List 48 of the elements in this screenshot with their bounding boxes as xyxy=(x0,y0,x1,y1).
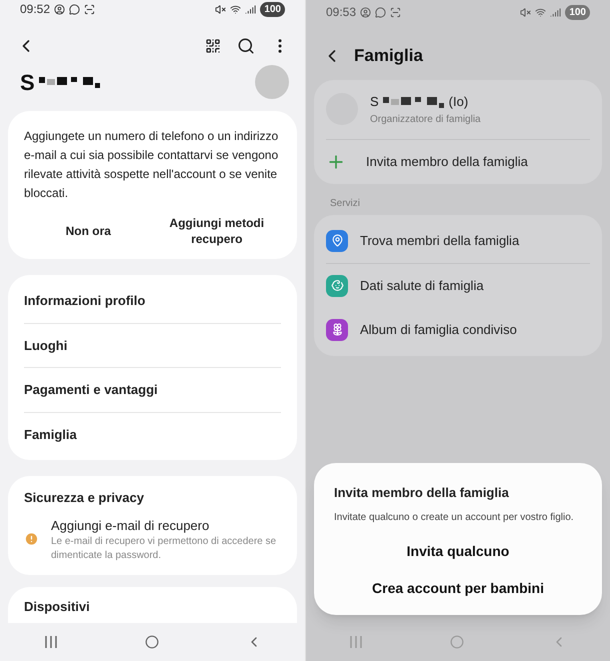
menu-item[interactable]: Informazioni profilo xyxy=(24,279,281,322)
qr-code-icon[interactable] xyxy=(205,38,221,54)
scan-icon xyxy=(84,4,96,14)
member-self-label: (Io) xyxy=(448,93,468,111)
recovery-email-title[interactable]: Aggiungi e-mail di recupero xyxy=(50,516,281,535)
redacted-name-drawing xyxy=(382,94,445,109)
wifi-icon xyxy=(535,6,546,18)
recent-apps-icon[interactable] xyxy=(44,636,58,648)
recovery-message: Aggiungete un numero di telefono o un indirizzo e-mail a cui sia possibile contattarvi se vengono rilevate attività sospette nell'account o se venite bloccati. xyxy=(24,128,280,202)
dialog-option-button[interactable]: Invita qualcuno xyxy=(406,541,510,562)
search-icon[interactable] xyxy=(237,36,255,54)
battery-level: 100 xyxy=(565,4,590,20)
menu-item[interactable]: Famiglia xyxy=(24,412,281,456)
service-item[interactable]: Dati salute di famiglia xyxy=(360,276,484,296)
battery-level: 100 xyxy=(260,2,285,16)
invite-member-item[interactable]: Invita membro della famiglia xyxy=(366,152,528,172)
section-title: Dispositivi xyxy=(24,599,90,614)
menu-item[interactable]: Pagamenti e vantaggi xyxy=(24,368,281,412)
chat-icon xyxy=(375,6,386,18)
service-item[interactable]: Album di famiglia condiviso xyxy=(360,320,517,340)
mute-icon xyxy=(215,4,226,14)
status-time: 09:53 xyxy=(326,4,356,21)
signal-icon xyxy=(550,6,562,18)
dialog-message: Invitate qualcuno o create un account per vostro figlio. xyxy=(334,511,575,525)
profile-name: S xyxy=(20,68,35,96)
page-title: Famiglia xyxy=(354,45,423,68)
member-name: S xyxy=(370,93,379,111)
chat-icon xyxy=(69,4,80,14)
account-icon xyxy=(360,6,372,18)
redacted-name-drawing xyxy=(38,75,101,89)
section-label: Servizi xyxy=(329,196,362,210)
service-item[interactable]: Trova membri della famiglia xyxy=(360,230,520,250)
member-role: Organizzatore di famiglia xyxy=(370,112,481,126)
dialog-option-button[interactable]: Crea account per bambini xyxy=(372,578,544,599)
signal-icon xyxy=(245,4,256,14)
recovery-email-description: Le e-mail di recupero vi permettono di accedere se dimenticate la password. xyxy=(50,535,278,563)
avatar xyxy=(255,65,289,99)
scan-icon xyxy=(390,6,402,18)
menu-item[interactable]: Luoghi xyxy=(24,324,281,367)
status-time: 09:52 xyxy=(20,1,50,18)
recovery-action-button[interactable]: Aggiungi metodi recupero xyxy=(152,211,281,251)
mute-icon xyxy=(520,6,532,18)
security-title: Sicurezza e privacy xyxy=(24,489,145,507)
dialog-title: Invita membro della famiglia xyxy=(334,484,510,502)
wifi-icon xyxy=(230,4,242,14)
home-icon[interactable] xyxy=(144,635,158,649)
account-icon xyxy=(54,4,66,14)
recovery-action-button[interactable]: Non ora xyxy=(24,211,152,251)
